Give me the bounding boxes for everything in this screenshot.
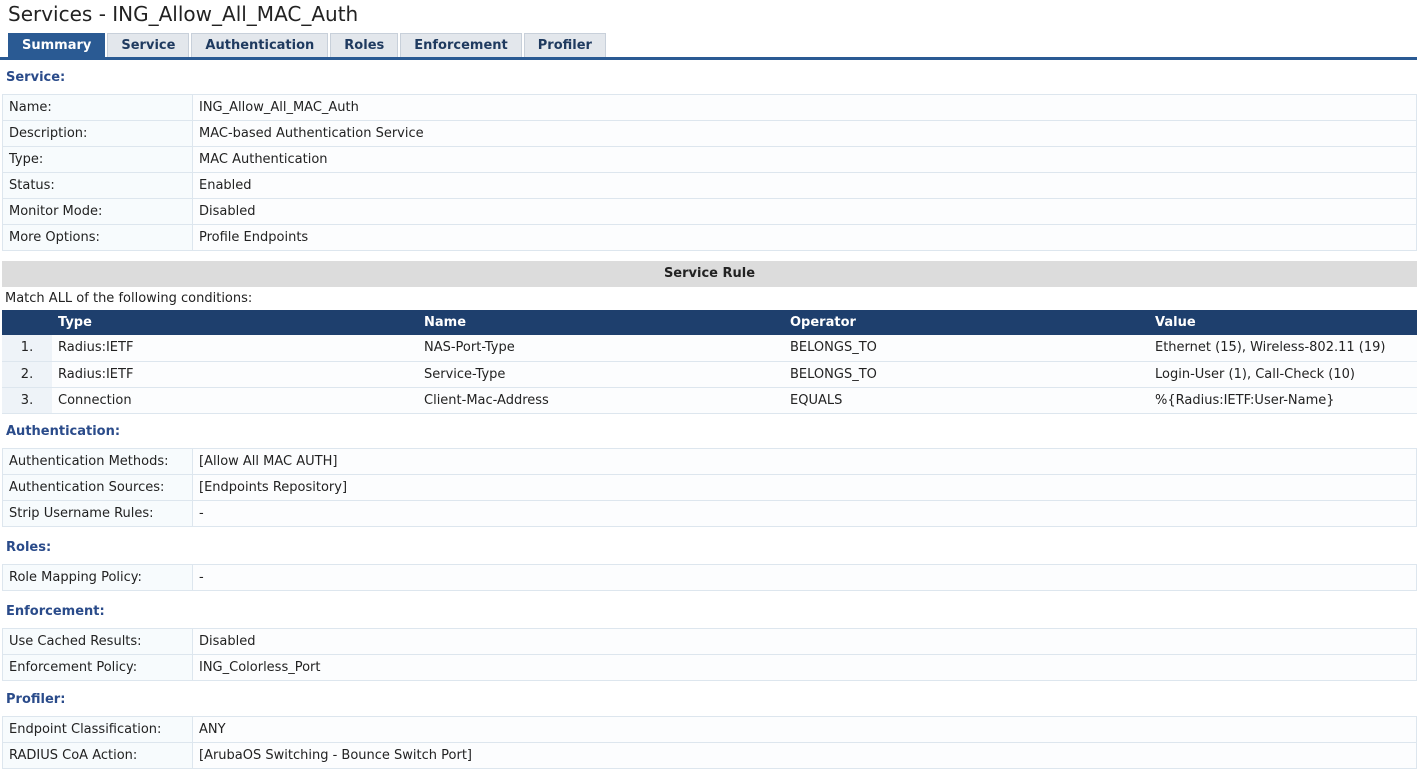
table-row: 1. Radius:IETF NAS-Port-Type BELONGS_TO … [2, 335, 1417, 362]
match-conditions-text: Match ALL of the following conditions: [5, 291, 253, 306]
table-row: More Options: Profile Endpoints [2, 224, 1417, 251]
table-row: 2. Radius:IETF Service-Type BELONGS_TO L… [2, 361, 1417, 388]
enforcement-table: Use Cached Results: Disabled Enforcement… [2, 628, 1417, 681]
row-number: 3. [2, 387, 52, 414]
col-num [2, 310, 52, 335]
profiler-value: [ArubaOS Switching - Bounce Switch Port] [192, 742, 1417, 769]
service-value: MAC-based Authentication Service [192, 120, 1417, 147]
authentication-label: Strip Username Rules: [2, 500, 193, 527]
page-title: Services - ING_Allow_All_MAC_Auth [8, 2, 359, 26]
service-heading: Service: [6, 70, 66, 85]
authentication-label: Authentication Methods: [2, 448, 193, 475]
service-label: Name: [2, 94, 193, 121]
profiler-label: Endpoint Classification: [2, 716, 193, 743]
cond-name: Client-Mac-Address [418, 387, 784, 414]
tab-authentication[interactable]: Authentication [191, 33, 329, 57]
col-name: Name [418, 310, 784, 335]
col-type: Type [52, 310, 418, 335]
cond-operator: EQUALS [784, 387, 1149, 414]
enforcement-heading: Enforcement: [6, 604, 105, 619]
authentication-table: Authentication Methods: [Allow All MAC A… [2, 448, 1417, 527]
cond-value: Ethernet (15), Wireless-802.11 (19) [1149, 335, 1417, 362]
table-row: Name: ING_Allow_All_MAC_Auth [2, 94, 1417, 121]
enforcement-label: Use Cached Results: [2, 628, 193, 655]
conditions-header-row: Type Name Operator Value [2, 310, 1417, 335]
service-table: Name: ING_Allow_All_MAC_Auth Description… [2, 94, 1417, 251]
cond-operator: BELONGS_TO [784, 335, 1149, 362]
tab-underline [0, 57, 1417, 60]
service-value: Profile Endpoints [192, 224, 1417, 251]
authentication-heading: Authentication: [6, 424, 121, 439]
row-number: 2. [2, 361, 52, 388]
table-row: Description: MAC-based Authentication Se… [2, 120, 1417, 147]
service-value: Disabled [192, 198, 1417, 225]
profiler-heading: Profiler: [6, 692, 66, 707]
table-row: Use Cached Results: Disabled [2, 628, 1417, 655]
table-row: Authentication Methods: [Allow All MAC A… [2, 448, 1417, 475]
cond-type: Connection [52, 387, 418, 414]
enforcement-value: ING_Colorless_Port [192, 654, 1417, 681]
table-row: RADIUS CoA Action: [ArubaOS Switching - … [2, 742, 1417, 769]
authentication-value: [Endpoints Repository] [192, 474, 1417, 501]
tab-enforcement[interactable]: Enforcement [400, 33, 522, 57]
table-row: Type: MAC Authentication [2, 146, 1417, 173]
service-label: Type: [2, 146, 193, 173]
enforcement-value: Disabled [192, 628, 1417, 655]
service-value: Enabled [192, 172, 1417, 199]
profiler-value: ANY [192, 716, 1417, 743]
tab-service[interactable]: Service [107, 33, 190, 57]
col-value: Value [1149, 310, 1417, 335]
service-label: Monitor Mode: [2, 198, 193, 225]
table-row: 3. Connection Client-Mac-Address EQUALS … [2, 387, 1417, 414]
cond-name: NAS-Port-Type [418, 335, 784, 362]
conditions-table: Type Name Operator Value 1. Radius:IETF … [2, 310, 1417, 414]
authentication-label: Authentication Sources: [2, 474, 193, 501]
service-value: MAC Authentication [192, 146, 1417, 173]
cond-type: Radius:IETF [52, 361, 418, 388]
tab-bar: Summary Service Authentication Roles Enf… [8, 33, 608, 57]
table-row: Enforcement Policy: ING_Colorless_Port [2, 654, 1417, 681]
roles-table: Role Mapping Policy: - [2, 564, 1417, 591]
roles-label: Role Mapping Policy: [2, 564, 193, 591]
cond-type: Radius:IETF [52, 335, 418, 362]
cond-name: Service-Type [418, 361, 784, 388]
roles-value: - [192, 564, 1417, 591]
cond-operator: BELONGS_TO [784, 361, 1149, 388]
service-label: More Options: [2, 224, 193, 251]
enforcement-label: Enforcement Policy: [2, 654, 193, 681]
table-row: Endpoint Classification: ANY [2, 716, 1417, 743]
service-rule-header: Service Rule [2, 261, 1417, 287]
tab-profiler[interactable]: Profiler [523, 33, 606, 57]
profiler-table: Endpoint Classification: ANY RADIUS CoA … [2, 716, 1417, 769]
row-number: 1. [2, 335, 52, 362]
authentication-value: - [192, 500, 1417, 527]
tab-roles[interactable]: Roles [330, 33, 399, 57]
profiler-label: RADIUS CoA Action: [2, 742, 193, 769]
col-operator: Operator [784, 310, 1149, 335]
table-row: Status: Enabled [2, 172, 1417, 199]
service-value: ING_Allow_All_MAC_Auth [192, 94, 1417, 121]
authentication-value: [Allow All MAC AUTH] [192, 448, 1417, 475]
table-row: Monitor Mode: Disabled [2, 198, 1417, 225]
table-row: Role Mapping Policy: - [2, 564, 1417, 591]
tab-summary[interactable]: Summary [8, 33, 106, 57]
service-label: Status: [2, 172, 193, 199]
service-label: Description: [2, 120, 193, 147]
table-row: Authentication Sources: [Endpoints Repos… [2, 474, 1417, 501]
cond-value: %{Radius:IETF:User-Name} [1149, 387, 1417, 414]
cond-value: Login-User (1), Call-Check (10) [1149, 361, 1417, 388]
roles-heading: Roles: [6, 540, 52, 555]
table-row: Strip Username Rules: - [2, 500, 1417, 527]
